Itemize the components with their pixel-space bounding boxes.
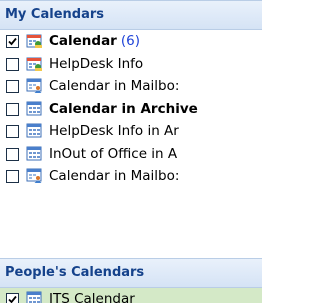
peoples-calendars-header[interactable]: People's Calendars [0,258,262,288]
calendar-checkbox[interactable] [6,125,19,138]
calendar-navigation-pane: My Calendars Calendar (6) HelpDesk Info Cal… [0,0,262,303]
calendar-item[interactable]: ITS Calendar [0,288,262,303]
calendar-checkbox[interactable] [6,35,19,48]
my-calendars-list: Calendar (6) HelpDesk Info Calendar in Mail… [0,30,262,188]
calendar-item[interactable]: HelpDesk Info in Ar [0,120,262,143]
my-calendars-header[interactable]: My Calendars [0,0,262,30]
peoples-calendars-list: ITS Calendar [0,288,262,303]
calendar-checkbox[interactable] [6,147,19,161]
calendar-grid-icon [26,291,43,303]
calendar-item-label: Calendar in Archive [49,100,198,117]
calendar-item-label: Calendar (6) [49,33,140,49]
calendar-checkbox[interactable] [6,170,19,183]
calendar-item-label: HelpDesk Info in Ar [49,123,179,139]
calendar-item[interactable]: Calendar (6) [0,30,262,53]
calendar-grid-icon [26,146,43,162]
calendar-item-label: InOut of Office in A [49,145,178,162]
calendar-mailbox-icon [26,168,43,184]
calendar-grid-icon [26,101,43,117]
calendar-shared-icon [26,56,43,72]
calendar-item-label: Calendar in Mailbo: [49,168,180,184]
calendar-mailbox-icon [26,78,43,94]
calendar-shared-icon [26,33,43,49]
calendar-checkbox[interactable] [6,293,19,303]
calendar-item[interactable]: HelpDesk Info [0,53,262,76]
calendar-item-label: ITS Calendar [49,291,135,303]
calendar-item[interactable]: Calendar in Mailbo: [0,165,262,188]
calendar-item-label: Calendar in Mailbo: [49,78,180,94]
calendar-item[interactable]: Calendar in Mailbo: [0,75,262,98]
calendar-grid-icon [26,123,43,139]
calendar-item[interactable]: Calendar in Archive [0,98,262,121]
calendar-checkbox[interactable] [6,102,19,116]
calendar-item[interactable]: InOut of Office in A [0,143,262,166]
calendar-item-label: HelpDesk Info [49,55,144,72]
calendar-checkbox[interactable] [6,57,19,71]
calendar-checkbox[interactable] [6,80,19,93]
pane-edge [262,0,270,303]
calendar-item-count: (6) [120,33,140,49]
